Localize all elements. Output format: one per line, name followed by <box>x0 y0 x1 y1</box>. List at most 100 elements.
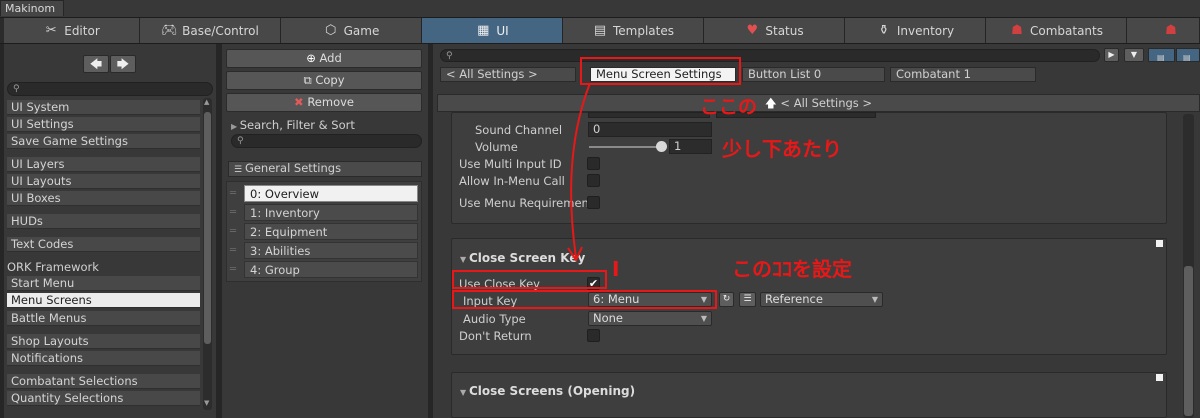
sidebar-item[interactable]: HUDs <box>7 214 200 229</box>
reference-dropdown[interactable]: Reference ▼ <box>760 292 883 307</box>
arrow-right-icon: 🡆 <box>116 57 130 71</box>
sidebar-scroll-thumb[interactable] <box>204 112 211 344</box>
use-multi-input-label: Use Multi Input ID <box>459 157 562 171</box>
sidebar-item[interactable]: UI Layouts <box>7 174 200 189</box>
search-filter-foldout[interactable]: ▶ Search, Filter & Sort <box>231 118 355 132</box>
field-cut-top <box>588 112 710 118</box>
tab-label: Editor <box>64 23 100 38</box>
list-item[interactable]: 1: Inventory <box>244 204 418 221</box>
drag-handle-icon[interactable]: ═ <box>230 223 240 240</box>
close-screens-header: Close Screens (Opening) <box>468 384 636 398</box>
settings-search-input[interactable]: ⚲ <box>440 49 1100 62</box>
triangle-right-icon: ▶ <box>1108 50 1115 59</box>
scroll-down-icon[interactable]: ▼ <box>204 400 211 407</box>
tab-combatants[interactable]: ☗ Combatants <box>986 18 1127 43</box>
list-item[interactable]: 2: Equipment <box>244 223 418 240</box>
breadcrumb-all-settings[interactable]: < All Settings > <box>440 67 576 82</box>
sidebar-item-selected[interactable]: Menu Screens <box>7 293 200 308</box>
dropdown-button[interactable]: ▼ <box>1124 48 1144 62</box>
search-icon: ⚲ <box>13 84 20 94</box>
tab-label: Inventory <box>896 23 955 38</box>
annotation-arrow <box>567 82 591 263</box>
general-settings-label: General Settings <box>244 161 342 175</box>
play-button[interactable]: ▶ <box>1104 48 1119 62</box>
drag-handle-icon[interactable]: ═ <box>230 261 240 278</box>
list-item-selected[interactable]: 0: Overview <box>244 185 418 202</box>
drag-handle-icon[interactable]: ═ <box>230 185 240 202</box>
chevron-down-icon: ▼ <box>700 314 707 323</box>
list-icon: ☰ <box>743 294 752 304</box>
box-corner-toggle[interactable] <box>1156 240 1163 247</box>
tab-label: Status <box>765 23 804 38</box>
tab-base-control[interactable]: 🎮︎ Base/Control <box>140 18 281 43</box>
breadcrumb-combatant[interactable]: Combatant 1 <box>890 67 1036 82</box>
sidebar-item[interactable]: Quantity Selections <box>7 391 200 406</box>
triangle-down-icon: ▼ <box>460 255 469 264</box>
sound-channel-field[interactable]: 0 <box>588 122 712 137</box>
middle-search-input[interactable]: ⚲ <box>231 134 422 148</box>
sidebar-search-input[interactable]: ⚲ <box>7 82 213 96</box>
sidebar-item[interactable]: UI Layers <box>7 157 200 172</box>
scroll-up-icon[interactable]: ▲ <box>204 99 211 106</box>
sidebar-item[interactable]: Notifications <box>7 351 200 366</box>
refresh-button[interactable]: ↻ <box>719 292 734 307</box>
annotation-text-1: ここの <box>700 96 758 118</box>
search-icon: ⚲ <box>446 51 453 61</box>
tab-inventory[interactable]: ⚱ Inventory <box>845 18 986 43</box>
box-corner-toggle[interactable] <box>1156 374 1163 381</box>
window-title-tab[interactable]: Makinom <box>0 0 64 16</box>
overflow-icon: ☗ <box>1165 22 1177 38</box>
sidebar-item[interactable]: Combatant Selections <box>7 374 200 389</box>
remove-button[interactable]: ✖ Remove <box>226 93 422 112</box>
close-screens-foldout[interactable]: ▼ Close Screens (Opening) <box>460 384 635 398</box>
annotation-bracket: I <box>612 257 620 281</box>
forward-arrow-button[interactable]: 🡆 <box>110 55 136 73</box>
drag-handle-icon[interactable]: ═ <box>230 204 240 221</box>
gamepad-icon: 🎮︎ <box>161 22 178 38</box>
list-button[interactable]: ☰ <box>739 292 756 307</box>
sidebar-item[interactable]: Save Game Settings <box>7 134 200 149</box>
sound-channel-label: Sound Channel <box>475 123 563 137</box>
ui-icon: ▦ <box>477 22 490 38</box>
breadcrumb-button-list[interactable]: Button List 0 <box>742 67 885 82</box>
grid-icon: ▤ <box>1183 53 1191 62</box>
sidebar-item[interactable]: Text Codes <box>7 237 200 252</box>
tab-templates[interactable]: ▤ Templates <box>563 18 704 43</box>
annotation-box-breadcrumb <box>580 57 741 85</box>
sidebar-item[interactable]: UI Boxes <box>7 191 200 206</box>
view-toggle-left[interactable]: ▤ <box>1148 48 1175 62</box>
sidebar-item[interactable]: UI Settings <box>7 117 200 132</box>
chevron-down-icon: ▼ <box>871 295 878 304</box>
heart-icon: ♥ <box>746 22 759 38</box>
drag-handle-icon[interactable]: ═ <box>230 242 240 259</box>
list-item[interactable]: 3: Abilities <box>244 242 418 259</box>
copy-button[interactable]: ⧉ Copy <box>226 71 422 90</box>
add-icon: ⊕ <box>306 51 320 65</box>
chevron-down-icon: ▼ <box>1130 50 1138 59</box>
tab-overflow[interactable]: ☗ <box>1127 18 1200 43</box>
volume-label: Volume <box>475 140 518 154</box>
general-settings-button[interactable]: ☰ General Settings <box>228 161 422 177</box>
right-scroll-thumb[interactable] <box>1184 266 1193 416</box>
sidebar-item[interactable]: Shop Layouts <box>7 334 200 349</box>
copy-label: Copy <box>315 73 345 87</box>
tab-game[interactable]: ⬡ Game <box>281 18 422 43</box>
audio-type-label: Audio Type <box>463 312 526 326</box>
sidebar-item[interactable]: Battle Menus <box>7 311 200 326</box>
list-item[interactable]: 4: Group <box>244 261 418 278</box>
sidebar-item[interactable]: UI System <box>7 100 200 115</box>
refresh-icon: ↻ <box>722 294 731 304</box>
tab-editor[interactable]: ✂ Editor <box>4 18 140 43</box>
triangle-down-icon: ▼ <box>460 388 469 397</box>
dont-return-checkbox[interactable] <box>587 329 600 342</box>
back-arrow-button[interactable]: 🡄 <box>83 55 109 73</box>
volume-field[interactable]: 1 <box>669 139 712 154</box>
volume-slider-thumb[interactable] <box>656 141 667 152</box>
all-settings-back-button[interactable]: 🡅 < All Settings > <box>437 94 1200 112</box>
tab-status[interactable]: ♥ Status <box>704 18 845 43</box>
sidebar-item[interactable]: Start Menu <box>7 276 200 291</box>
add-button[interactable]: ⊕ Add <box>226 49 422 68</box>
audio-type-dropdown[interactable]: None ▼ <box>588 311 712 326</box>
view-toggle-right[interactable]: ▤ <box>1176 48 1200 62</box>
tab-ui[interactable]: ▦ UI <box>422 18 563 43</box>
